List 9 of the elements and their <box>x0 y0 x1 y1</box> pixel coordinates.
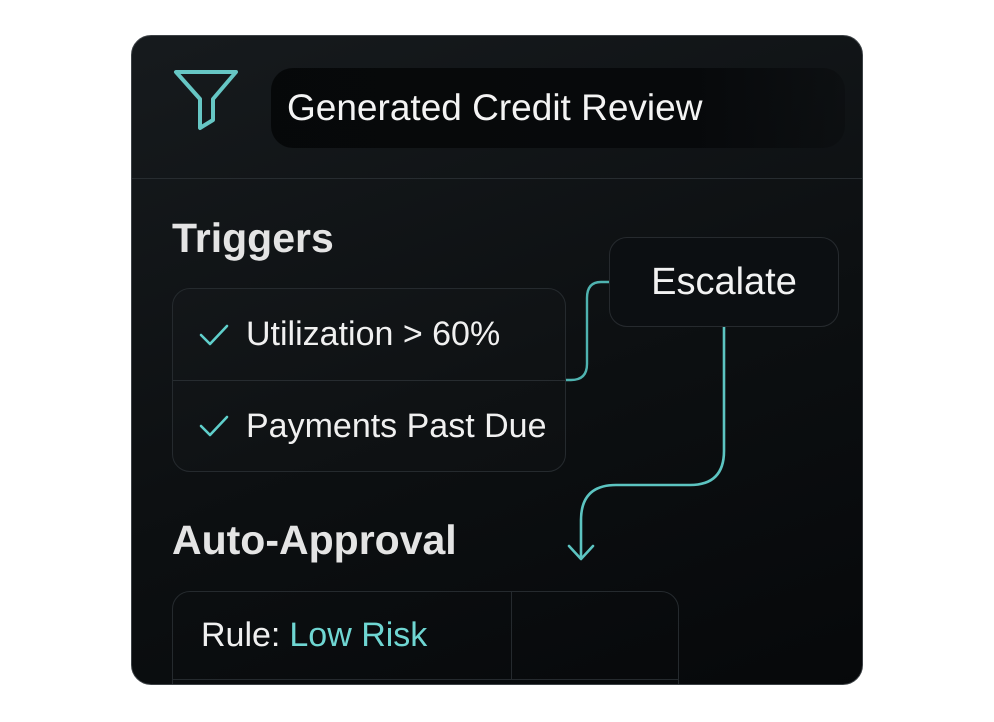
section-heading: Triggers <box>172 214 334 263</box>
trigger-label: Utilization > 60% <box>246 315 500 354</box>
rule-value: Low Risk <box>289 616 428 655</box>
filter-icon <box>172 68 240 132</box>
rule-label: Rule: <box>201 616 280 655</box>
trigger-label: Payments Past Due <box>246 406 546 446</box>
workflow-title: Generated Credit Review <box>271 68 845 148</box>
section-heading: Auto-Approval <box>172 516 457 565</box>
escalate-button[interactable]: Escalate <box>609 237 839 327</box>
